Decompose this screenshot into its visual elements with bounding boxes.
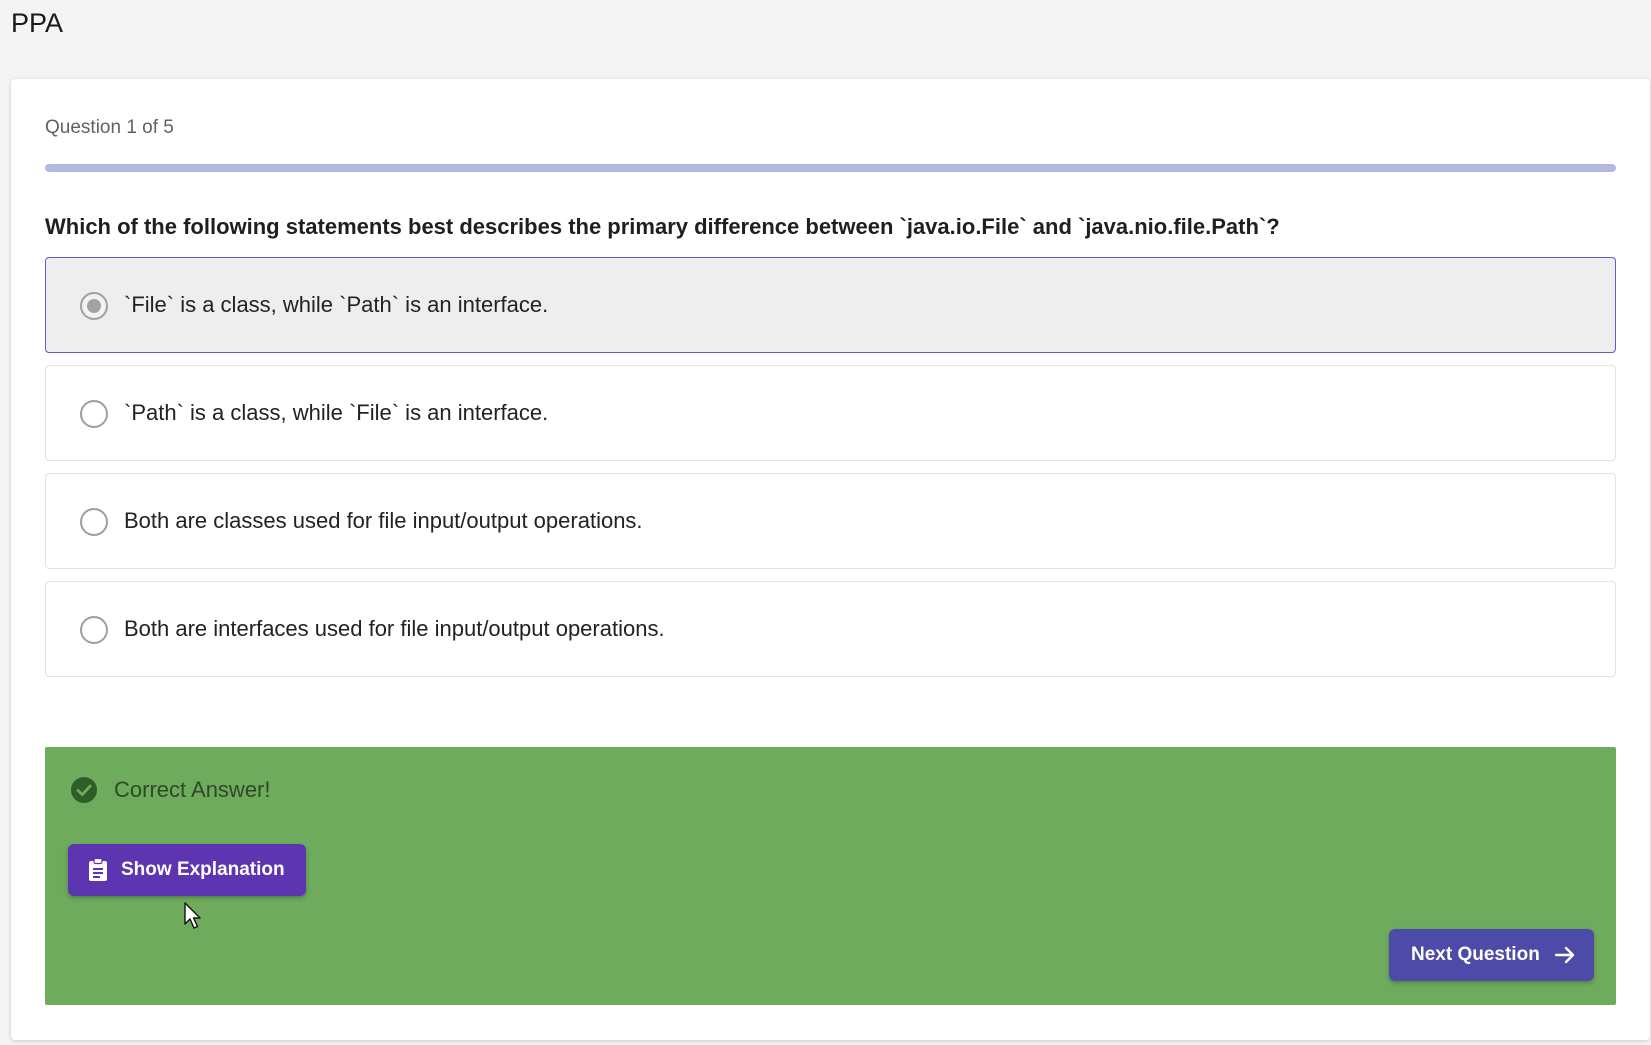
radio-button[interactable] <box>80 400 108 428</box>
answer-option-label: `File` is a class, while `Path` is an in… <box>124 292 549 317</box>
question-text: Which of the following statements best d… <box>45 214 1280 239</box>
answer-option-label: Both are classes used for file input/out… <box>124 508 643 533</box>
next-question-label: Next Question <box>1411 944 1540 965</box>
progress-label: Question 1 of 5 <box>45 117 174 138</box>
feedback-panel: Correct Answer! Show Explanation Next Qu… <box>45 747 1616 1005</box>
quiz-card: Question 1 of 5 Which of the following s… <box>11 79 1650 1040</box>
answer-option-1[interactable]: `File` is a class, while `Path` is an in… <box>45 257 1616 353</box>
arrow-right-icon <box>1554 946 1575 964</box>
next-question-button[interactable]: Next Question <box>1389 929 1594 981</box>
check-circle-icon <box>71 777 97 803</box>
show-explanation-button[interactable]: Show Explanation <box>68 844 306 896</box>
radio-button[interactable] <box>80 508 108 536</box>
answer-option-3[interactable]: Both are classes used for file input/out… <box>45 473 1616 569</box>
app-title: PPA <box>11 8 64 38</box>
show-explanation-label: Show Explanation <box>121 859 285 880</box>
answer-option-4[interactable]: Both are interfaces used for file input/… <box>45 581 1616 677</box>
radio-button[interactable] <box>80 616 108 644</box>
answer-option-2[interactable]: `Path` is a class, while `File` is an in… <box>45 365 1616 461</box>
answer-option-label: `Path` is a class, while `File` is an in… <box>124 400 549 425</box>
feedback-message: Correct Answer! <box>114 777 271 802</box>
progress-bar <box>45 164 1616 172</box>
radio-button-selected[interactable] <box>80 292 108 320</box>
answer-option-label: Both are interfaces used for file input/… <box>124 616 665 641</box>
clipboard-icon <box>89 858 107 881</box>
progress-bar-fill <box>45 164 1616 172</box>
